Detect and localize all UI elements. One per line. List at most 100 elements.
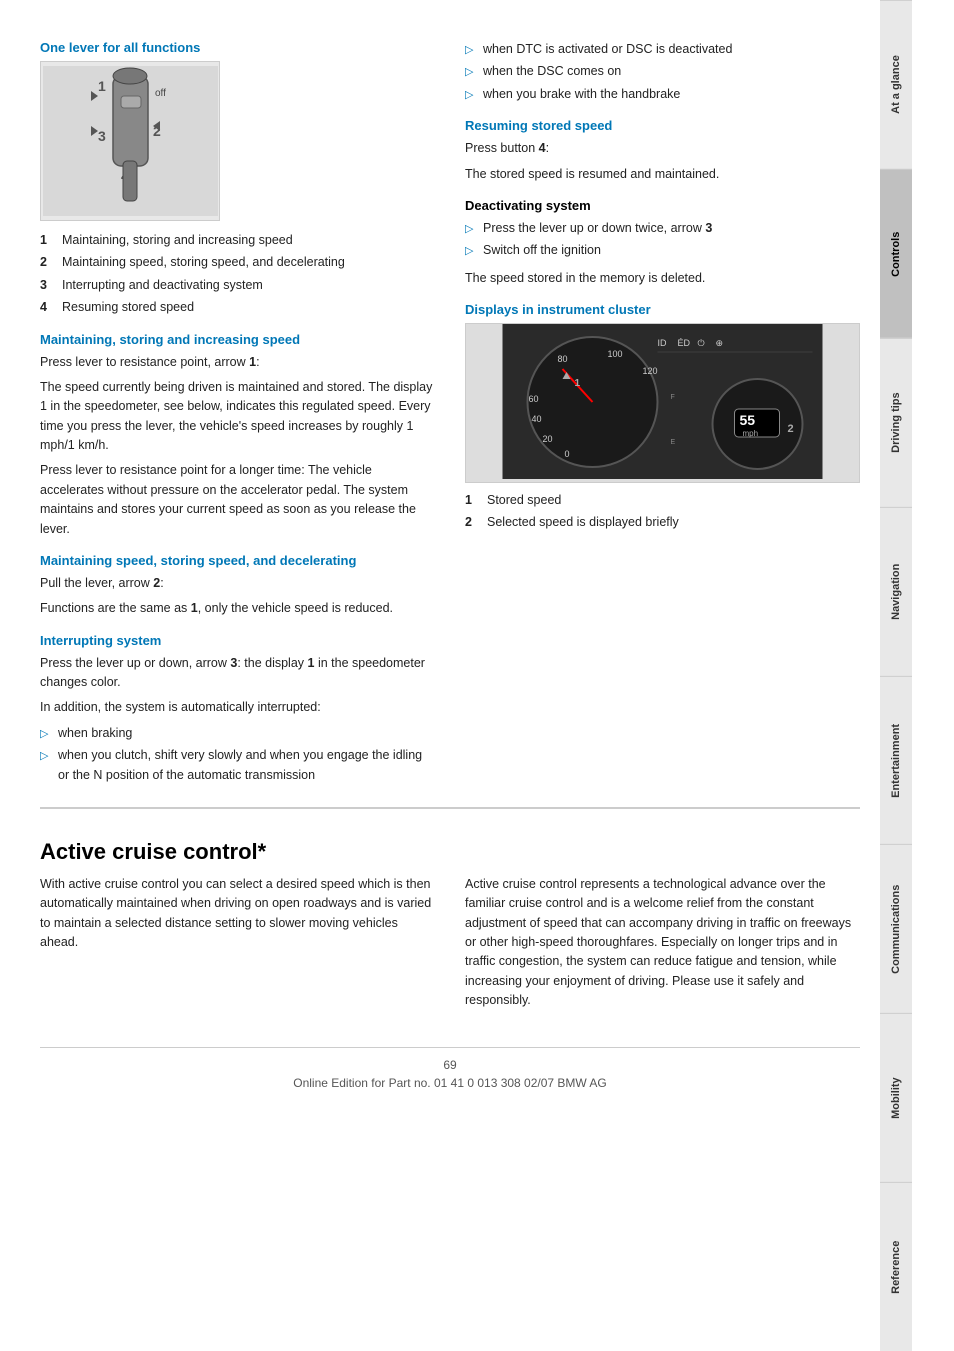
bullet-dtc-text: when DTC is activated or DSC is deactiva… — [483, 40, 732, 59]
sidebar-tab-mobility[interactable]: Mobility — [880, 1013, 912, 1182]
arrow-icon-lever: ▷ — [465, 221, 477, 238]
arrow-icon-1: ▷ — [40, 726, 52, 743]
bullet-ignition-text: Switch off the ignition — [483, 241, 601, 260]
svg-text:1: 1 — [98, 78, 106, 94]
active-cruise-heading: Active cruise control* — [40, 839, 860, 865]
cruise-left: With active cruise control you can selec… — [40, 875, 435, 1017]
list-item-4: 4 Resuming stored speed — [40, 298, 435, 317]
section2-p1: Press lever to resistance point, arrow 1… — [40, 353, 435, 372]
section6-heading: Deactivating system — [465, 198, 860, 213]
svg-text:0: 0 — [565, 449, 570, 459]
interrupting-bullet-list: ▷ when braking ▷ when you clutch, shift … — [40, 724, 435, 785]
left-column: One lever for all functions 1 — [40, 40, 435, 793]
item3-num: 3 — [40, 276, 54, 295]
section3-heading: Maintaining speed, storing speed, and de… — [40, 553, 435, 568]
section4-p2: In addition, the system is automatically… — [40, 698, 435, 717]
active-cruise-section: Active cruise control* With active cruis… — [40, 807, 860, 1017]
section2-p3: Press lever to resistance point for a lo… — [40, 461, 435, 539]
sidebar-tab-driving-tips[interactable]: Driving tips — [880, 338, 912, 507]
item4-text: Resuming stored speed — [62, 298, 194, 317]
cruise-right: Active cruise control represents a techn… — [465, 875, 860, 1017]
svg-text:⏻: ⏻ — [698, 338, 705, 348]
svg-text:55: 55 — [740, 412, 756, 428]
lever-image: 1 2 3 4 off — [40, 61, 220, 221]
bullet-text-2: when you clutch, shift very slowly and w… — [58, 746, 435, 785]
section1-heading: One lever for all functions — [40, 40, 435, 55]
bullet-lever-text: Press the lever up or down twice, arrow … — [483, 219, 712, 238]
sidebar: At a glance Controls Driving tips Naviga… — [880, 0, 912, 1351]
bullet-ignition: ▷ Switch off the ignition — [465, 241, 860, 260]
item2-text: Maintaining speed, storing speed, and de… — [62, 253, 345, 272]
section7-heading: Displays in instrument cluster — [465, 302, 860, 317]
arrow-icon-handbrake: ▷ — [465, 87, 477, 104]
svg-text:100: 100 — [608, 349, 623, 359]
bullet-item-clutch: ▷ when you clutch, shift very slowly and… — [40, 746, 435, 785]
section4-p1: Press the lever up or down, arrow 3: the… — [40, 654, 435, 693]
svg-text:E: E — [671, 439, 676, 446]
section5-heading: Resuming stored speed — [465, 118, 860, 133]
sidebar-tab-navigation[interactable]: Navigation — [880, 507, 912, 676]
svg-text:ID: ID — [658, 338, 668, 348]
main-content: One lever for all functions 1 — [0, 0, 880, 1351]
right-column: ▷ when DTC is activated or DSC is deacti… — [465, 40, 860, 793]
instrument-num-1: 1 — [465, 491, 479, 510]
svg-text:40: 40 — [532, 414, 542, 424]
svg-text:60: 60 — [529, 394, 539, 404]
item2-num: 2 — [40, 253, 54, 272]
section6-p1: The speed stored in the memory is delete… — [465, 269, 860, 288]
svg-text:2: 2 — [788, 423, 794, 435]
arrow-icon-dsc: ▷ — [465, 64, 477, 81]
list-item-3: 3 Interrupting and deactivating system — [40, 276, 435, 295]
footer-text: Online Edition for Part no. 01 41 0 013 … — [40, 1076, 860, 1090]
bullet-dsc-text: when the DSC comes on — [483, 62, 621, 81]
bullet-handbrake: ▷ when you brake with the handbrake — [465, 85, 860, 104]
list-item-2: 2 Maintaining speed, storing speed, and … — [40, 253, 435, 272]
item3-text: Interrupting and deactivating system — [62, 276, 263, 295]
section2-p2: The speed currently being driven is main… — [40, 378, 435, 456]
deactivating-bullets: ▷ Press the lever up or down twice, arro… — [465, 219, 860, 261]
svg-text:F: F — [671, 394, 675, 401]
bullet-dsc: ▷ when the DSC comes on — [465, 62, 860, 81]
instrument-num-2: 2 — [465, 513, 479, 532]
svg-text:80: 80 — [558, 354, 568, 364]
section5-p1: Press button 4: — [465, 139, 860, 158]
section4-heading: Interrupting system — [40, 633, 435, 648]
bullet-lever-twice: ▷ Press the lever up or down twice, arro… — [465, 219, 860, 238]
cruise-p1: With active cruise control you can selec… — [40, 875, 435, 953]
svg-text:mph: mph — [743, 429, 759, 438]
svg-text:ÉD: ÉD — [678, 338, 691, 348]
item1-num: 1 — [40, 231, 54, 250]
section5-p2: The stored speed is resumed and maintain… — [465, 165, 860, 184]
svg-text:off: off — [155, 88, 166, 99]
arrow-icon-2: ▷ — [40, 748, 52, 765]
cruise-p2: Active cruise control represents a techn… — [465, 875, 860, 1011]
sidebar-tab-controls[interactable]: Controls — [880, 169, 912, 338]
sidebar-tab-communications[interactable]: Communications — [880, 844, 912, 1013]
instrument-label-1: 1 Stored speed — [465, 491, 860, 510]
cruise-two-col: With active cruise control you can selec… — [40, 875, 860, 1017]
instrument-labels-list: 1 Stored speed 2 Selected speed is displ… — [465, 491, 860, 533]
page-wrapper: One lever for all functions 1 — [0, 0, 954, 1351]
numbered-list: 1 Maintaining, storing and increasing sp… — [40, 231, 435, 318]
lever-svg: 1 2 3 4 off — [43, 66, 218, 216]
arrow-icon-ignition: ▷ — [465, 243, 477, 260]
bullet-handbrake-text: when you brake with the handbrake — [483, 85, 680, 104]
item4-num: 4 — [40, 298, 54, 317]
sidebar-tab-at-a-glance[interactable]: At a glance — [880, 0, 912, 169]
top-bullets: ▷ when DTC is activated or DSC is deacti… — [465, 40, 860, 104]
svg-text:⊕: ⊕ — [716, 338, 724, 348]
list-item-1: 1 Maintaining, storing and increasing sp… — [40, 231, 435, 250]
item1-text: Maintaining, storing and increasing spee… — [62, 231, 293, 250]
two-column-layout: One lever for all functions 1 — [40, 40, 860, 793]
section2-heading: Maintaining, storing and increasing spee… — [40, 332, 435, 347]
instrument-cluster-image: 80 100 120 60 40 20 0 1 — [465, 323, 860, 483]
section3-p1: Pull the lever, arrow 2: — [40, 574, 435, 593]
svg-text:120: 120 — [643, 366, 658, 376]
section3-p2: Functions are the same as 1, only the ve… — [40, 599, 435, 618]
sidebar-tab-reference[interactable]: Reference — [880, 1182, 912, 1351]
sidebar-tab-entertainment[interactable]: Entertainment — [880, 676, 912, 845]
instrument-text-2: Selected speed is displayed briefly — [487, 513, 679, 532]
instrument-text-1: Stored speed — [487, 491, 561, 510]
svg-text:20: 20 — [543, 434, 553, 444]
instrument-svg: 80 100 120 60 40 20 0 1 — [466, 324, 859, 479]
